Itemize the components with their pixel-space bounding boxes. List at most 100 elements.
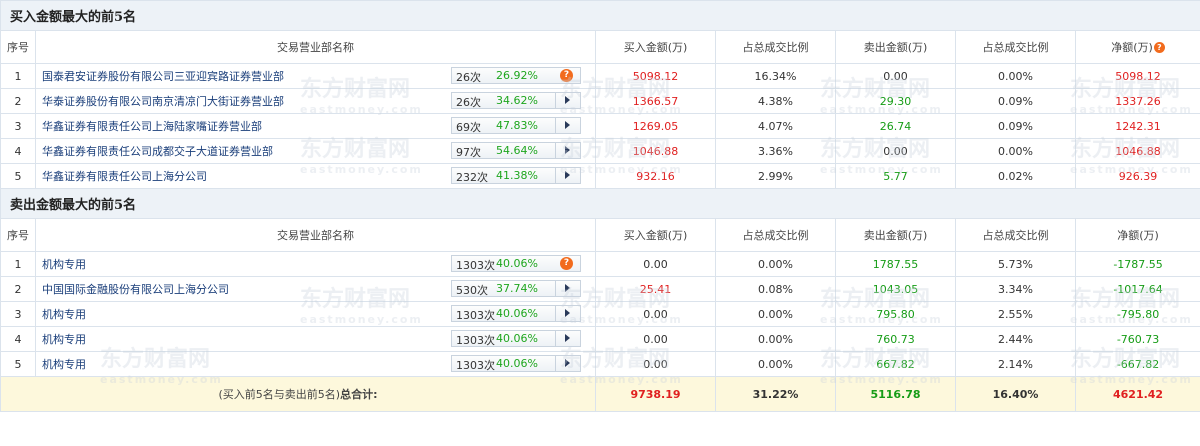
buy-amount: 1046.88	[595, 138, 716, 164]
win-rate: 26.92%	[496, 69, 538, 82]
table-row: 5 华鑫证券有限责任公司上海分公司 232次 41.38% 932.16 2.99% 5.7…	[0, 163, 1200, 189]
seat-cell: 机构专用 1303次 40.06%	[35, 351, 596, 377]
appearance-count: 1303次	[456, 359, 495, 372]
buy-amount: 0.00	[595, 326, 716, 352]
seat-name-link[interactable]: 华泰证券股份有限公司南京清凉门大街证券营业部	[42, 93, 284, 109]
net-amount: 1046.88	[1074, 138, 1200, 164]
play-arrow-icon[interactable]	[555, 93, 580, 108]
question-bubble-icon[interactable]: ?	[560, 69, 573, 82]
buy-ratio: 16.34%	[715, 63, 836, 89]
column-header-label: 占总成交比例	[742, 41, 809, 54]
sell-amount: 26.74	[835, 113, 956, 139]
table-row: 2 华泰证券股份有限公司南京清凉门大街证券营业部 26次 34.62% 1366.57 4…	[0, 88, 1200, 114]
column-header: 卖出金额(万)	[835, 30, 956, 64]
sell_section-title-row: 卖出金额最大的前5名	[0, 188, 1200, 219]
play-arrow-icon[interactable]	[555, 331, 580, 346]
seat-history-button[interactable]: 1303次 40.06%	[451, 305, 581, 322]
play-arrow-icon[interactable]	[555, 281, 580, 296]
column-header: 买入金额(万)	[595, 30, 716, 64]
table-row: 3 华鑫证券有限责任公司上海陆家嘴证券营业部 69次 47.83% 1269.05 4.0…	[0, 113, 1200, 139]
seat-name-link[interactable]: 中国国际金融股份有限公司上海分公司	[42, 281, 229, 297]
seat-name-link[interactable]: 机构专用	[42, 356, 86, 372]
sell-ratio: 0.09%	[955, 88, 1076, 114]
seat-name-link[interactable]: 华鑫证券有限责任公司上海分公司	[42, 168, 207, 184]
seats-table: 买入金额最大的前5名 序号 交易营业部名称 买入金额(万) 占总成交比例 卖出金额(万) 占…	[0, 0, 1200, 412]
sell-amount: 5.77	[835, 163, 956, 189]
question-bubble-icon[interactable]: ?	[1153, 42, 1165, 53]
row-index: 3	[0, 113, 36, 139]
seat-name-link[interactable]: 机构专用	[42, 331, 86, 347]
column-header: 序号	[0, 30, 36, 64]
play-arrow-icon[interactable]	[555, 168, 580, 183]
seat-history-button[interactable]: 26次 34.62%	[451, 92, 581, 109]
table-row: 1 国泰君安证券股份有限公司三亚迎宾路证券营业部 26次 26.92%? 5098.12…	[0, 63, 1200, 89]
seat-history-button[interactable]: 26次 26.92%?	[451, 67, 581, 84]
total-buy: 9738.19	[595, 376, 716, 412]
sell-ratio: 0.02%	[955, 163, 1076, 189]
column-header-label: 占总成交比例	[742, 229, 809, 242]
column-header-label: 交易营业部名称	[277, 41, 354, 54]
appearance-count: 1303次	[456, 259, 495, 272]
seat-name-link[interactable]: 机构专用	[42, 256, 86, 272]
seat-name-link[interactable]: 华鑫证券有限责任公司成都交子大道证券营业部	[42, 143, 273, 159]
total-buy-ratio: 31.22%	[715, 376, 836, 412]
row-index: 2	[0, 88, 36, 114]
seat-name-link[interactable]: 华鑫证券有限责任公司上海陆家嘴证券营业部	[42, 118, 262, 134]
section-title: 卖出金额最大的前5名	[0, 188, 1200, 219]
seat-name-link[interactable]: 机构专用	[42, 306, 86, 322]
question-bubble-icon[interactable]: ?	[560, 257, 573, 270]
buy-ratio: 2.99%	[715, 163, 836, 189]
seat-cell: 机构专用 1303次 40.06%	[35, 326, 596, 352]
play-arrow-icon[interactable]	[555, 306, 580, 321]
seat-cell: 机构专用 1303次 40.06%	[35, 301, 596, 327]
net-amount: 1337.26	[1074, 88, 1200, 114]
seat-cell: 华鑫证券有限责任公司成都交子大道证券营业部 97次 54.64%	[35, 138, 596, 164]
appearance-count: 26次	[456, 96, 481, 109]
column-header: 占总成交比例	[715, 30, 836, 64]
sell-amount: 0.00	[835, 138, 956, 164]
column-header: 交易营业部名称	[35, 218, 596, 252]
seat-history-button[interactable]: 232次 41.38%	[451, 167, 581, 184]
table-row: 5 机构专用 1303次 40.06% 0.00 0.00% 667.82 2.14% -667…	[0, 351, 1200, 377]
win-rate: 41.38%	[496, 169, 538, 182]
play-arrow-icon[interactable]	[555, 118, 580, 133]
play-arrow-icon[interactable]	[555, 356, 580, 371]
buy-amount: 0.00	[595, 351, 716, 377]
sell-amount: 1787.55	[835, 251, 956, 277]
buy-ratio: 4.07%	[715, 113, 836, 139]
seat-history-button[interactable]: 530次 37.74%	[451, 280, 581, 297]
seat-history-button[interactable]: 1303次 40.06%?	[451, 255, 581, 272]
column-header: 序号	[0, 218, 36, 252]
column-header: 交易营业部名称	[35, 30, 596, 64]
net-amount: -1787.55	[1074, 251, 1200, 277]
dragon-tiger-panel: 买入金额最大的前5名 序号 交易营业部名称 买入金额(万) 占总成交比例 卖出金额(万) 占…	[0, 0, 1200, 446]
column-header-label: 序号	[7, 229, 29, 242]
win-rate: 40.06%	[496, 332, 538, 345]
sell-amount: 1043.05	[835, 276, 956, 302]
seat-history-button[interactable]: 1303次 40.06%	[451, 355, 581, 372]
column-header-label: 占总成交比例	[982, 229, 1049, 242]
section-title: 买入金额最大的前5名	[0, 0, 1200, 31]
table-row: 1 机构专用 1303次 40.06%? 0.00 0.00% 1787.55 5.73% -1…	[0, 251, 1200, 277]
win-rate: 54.64%	[496, 144, 538, 157]
buy-amount: 25.41	[595, 276, 716, 302]
buy-amount: 932.16	[595, 163, 716, 189]
win-rate: 47.83%	[496, 119, 538, 132]
sell-amount: 29.30	[835, 88, 956, 114]
play-arrow-icon[interactable]	[555, 143, 580, 158]
seat-history-button[interactable]: 97次 54.64%	[451, 142, 581, 159]
seat-history-button[interactable]: 1303次 40.06%	[451, 330, 581, 347]
appearance-count: 1303次	[456, 334, 495, 347]
buy-ratio: 0.00%	[715, 251, 836, 277]
net-amount: -795.80	[1074, 301, 1200, 327]
buy_section-title-row: 买入金额最大的前5名	[0, 0, 1200, 31]
seat-cell: 机构专用 1303次 40.06%?	[35, 251, 596, 277]
total-label: (买入前5名与卖出前5名)总合计:	[0, 376, 596, 412]
column-header: 净额(万)	[1074, 218, 1200, 252]
seat-cell: 华泰证券股份有限公司南京清凉门大街证券营业部 26次 34.62%	[35, 88, 596, 114]
column-header: 净额(万)?	[1074, 30, 1200, 64]
row-index: 4	[0, 326, 36, 352]
table-row: 4 机构专用 1303次 40.06% 0.00 0.00% 760.73 2.44% -760…	[0, 326, 1200, 352]
seat-history-button[interactable]: 69次 47.83%	[451, 117, 581, 134]
seat-name-link[interactable]: 国泰君安证券股份有限公司三亚迎宾路证券营业部	[42, 68, 284, 84]
